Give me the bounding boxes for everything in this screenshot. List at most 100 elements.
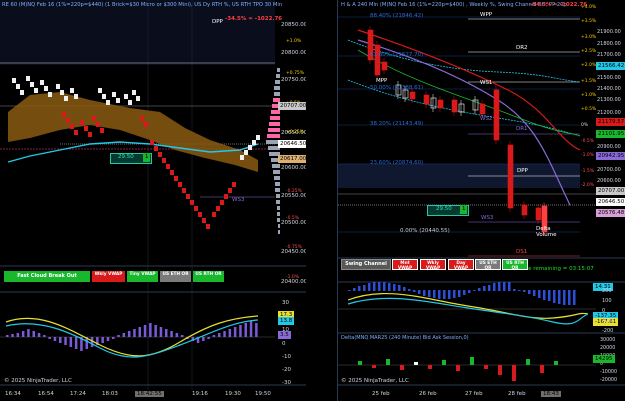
right-price-tick: 21300.00 [597, 97, 621, 103]
left-down-brick [206, 224, 210, 229]
left-down-brick [140, 116, 144, 121]
right-pivot-label: WS2 [480, 116, 493, 122]
right-osc-histogram-bar [503, 282, 506, 291]
left-percent-tick: -1.0% [286, 275, 300, 280]
left-osc-histogram-bar [112, 337, 115, 339]
left-up-brick [60, 90, 64, 95]
chart-divider[interactable] [306, 0, 338, 401]
right-indicator-button[interactable]: US ETH OR [475, 259, 501, 270]
right-osc-histogram-bar [528, 290, 531, 294]
right-indicator-button[interactable]: Day VWAP [448, 259, 474, 270]
left-osc-histogram-bar [170, 331, 173, 337]
left-down-brick [162, 158, 166, 163]
left-up-brick [34, 88, 38, 93]
left-oscillator-tick: 0 [282, 341, 286, 347]
left-indicator-button[interactable]: US ETH OR [160, 271, 191, 282]
left-oscillator-tick: -20 [282, 367, 291, 373]
left-profile-bar [276, 194, 280, 198]
right-percent-tick: +2.0% [581, 63, 597, 68]
right-candle [507, 144, 514, 209]
left-percent-tick: +1.0% [286, 39, 302, 44]
left-percent-tick: -0.75% [286, 245, 302, 250]
right-delta-volume-label: Delta Volume [536, 226, 557, 238]
left-profile-bar [267, 134, 280, 138]
left-down-brick [198, 212, 202, 217]
right-osc-histogram-bar [393, 284, 396, 291]
left-chart-canvas[interactable] [0, 0, 306, 390]
left-chart-panel[interactable] [0, 0, 306, 390]
left-down-brick [92, 116, 96, 121]
left-down-brick [158, 152, 162, 157]
right-osc-histogram-bar [568, 290, 571, 305]
left-down-brick [88, 132, 92, 137]
right-osc-histogram-bar [488, 285, 491, 291]
left-profile-bar [271, 110, 280, 114]
swing-channel-bo-button[interactable]: Swing Channel BO [341, 259, 391, 270]
right-candle [458, 103, 465, 113]
right-pnl-text: -34.5% = -1022.76 [530, 2, 588, 8]
right-percent-tick: -1.0% [581, 153, 595, 158]
left-osc-histogram-bar [138, 327, 141, 337]
right-osc-histogram-bar [418, 290, 421, 294]
left-osc-histogram-bar [122, 333, 126, 337]
right-osc-histogram-bar [438, 290, 441, 299]
right-osc-histogram-bar [458, 290, 461, 297]
right-delta-bar [372, 365, 376, 368]
left-time-label: 19:50 [255, 391, 271, 397]
left-up-brick [16, 84, 20, 89]
left-indicator-button[interactable]: US RTH OR [193, 271, 224, 282]
right-candle [437, 99, 444, 109]
right-delta-tag: 14295 [593, 355, 615, 363]
right-candle [381, 61, 388, 71]
right-copyright: © 2025 NinjaTrader, LLC [341, 378, 409, 384]
left-price-tag: 20646.50 [278, 140, 309, 148]
right-indicator-button[interactable]: Wkly VWAP [420, 259, 446, 270]
right-osc-signal-line [347, 292, 589, 319]
left-copyright: © 2025 NinjaTrader, LLC [4, 378, 72, 384]
left-chart-header: RE 60 (M)NQ Feb 16 (1%=220p=$440) (1 Bri… [2, 2, 283, 8]
left-up-brick [44, 86, 48, 91]
right-osc-histogram-bar [433, 290, 436, 298]
right-osc-histogram-bar [478, 288, 481, 291]
right-fib-level: 38.20% (21143.49) [370, 121, 424, 127]
right-price-tick: 21400.00 [597, 86, 621, 92]
left-osc-main-line [5, 319, 259, 358]
right-indicator-button[interactable]: Mnt VWAP [392, 259, 418, 270]
left-down-brick [62, 112, 66, 117]
left-price-tick: 20800.00 [281, 50, 308, 56]
left-down-brick [84, 126, 88, 131]
left-indicator-button[interactable]: Fast Cloud Break Out [4, 271, 90, 282]
right-price-tag: 20576.48 [596, 209, 625, 217]
left-up-brick [40, 80, 44, 85]
left-profile-bar [269, 122, 280, 126]
left-indicator-button[interactable]: Tiny VWAP [127, 271, 158, 282]
right-box-value: 29.50 [436, 206, 452, 212]
right-delta-bar [442, 360, 446, 365]
right-delta-bar [428, 365, 432, 369]
right-osc-histogram-bar [448, 290, 451, 299]
left-osc-histogram-bar [32, 331, 35, 337]
left-price-tag: 20707.00 [278, 102, 309, 110]
left-up-brick [48, 92, 52, 97]
left-oscillator-tick: -30 [282, 380, 291, 386]
right-osc-histogram-bar [543, 290, 546, 300]
left-osc-histogram-bar [37, 333, 41, 337]
left-up-brick [26, 76, 30, 81]
left-down-brick [186, 194, 190, 199]
right-osc-histogram-bar [348, 290, 351, 291]
right-chart-panel[interactable] [338, 0, 625, 390]
left-down-brick [194, 206, 198, 211]
right-oscillator-tick: -200 [602, 328, 614, 334]
left-osc-histogram-bar [202, 337, 205, 341]
left-down-brick [174, 176, 178, 181]
right-indicator-button[interactable]: US RTH OR [502, 259, 528, 270]
right-chart-canvas[interactable] [338, 0, 625, 390]
left-down-brick [166, 164, 170, 169]
left-time-label: 19:30 [225, 391, 241, 397]
left-osc-histogram-bar [117, 335, 120, 337]
left-indicator-button[interactable]: Wkly VWAP [92, 271, 125, 282]
right-delta-bar [414, 362, 418, 365]
left-osc-histogram-bar [223, 331, 226, 337]
left-down-brick [212, 212, 216, 217]
right-osc-histogram-bar [508, 282, 511, 291]
